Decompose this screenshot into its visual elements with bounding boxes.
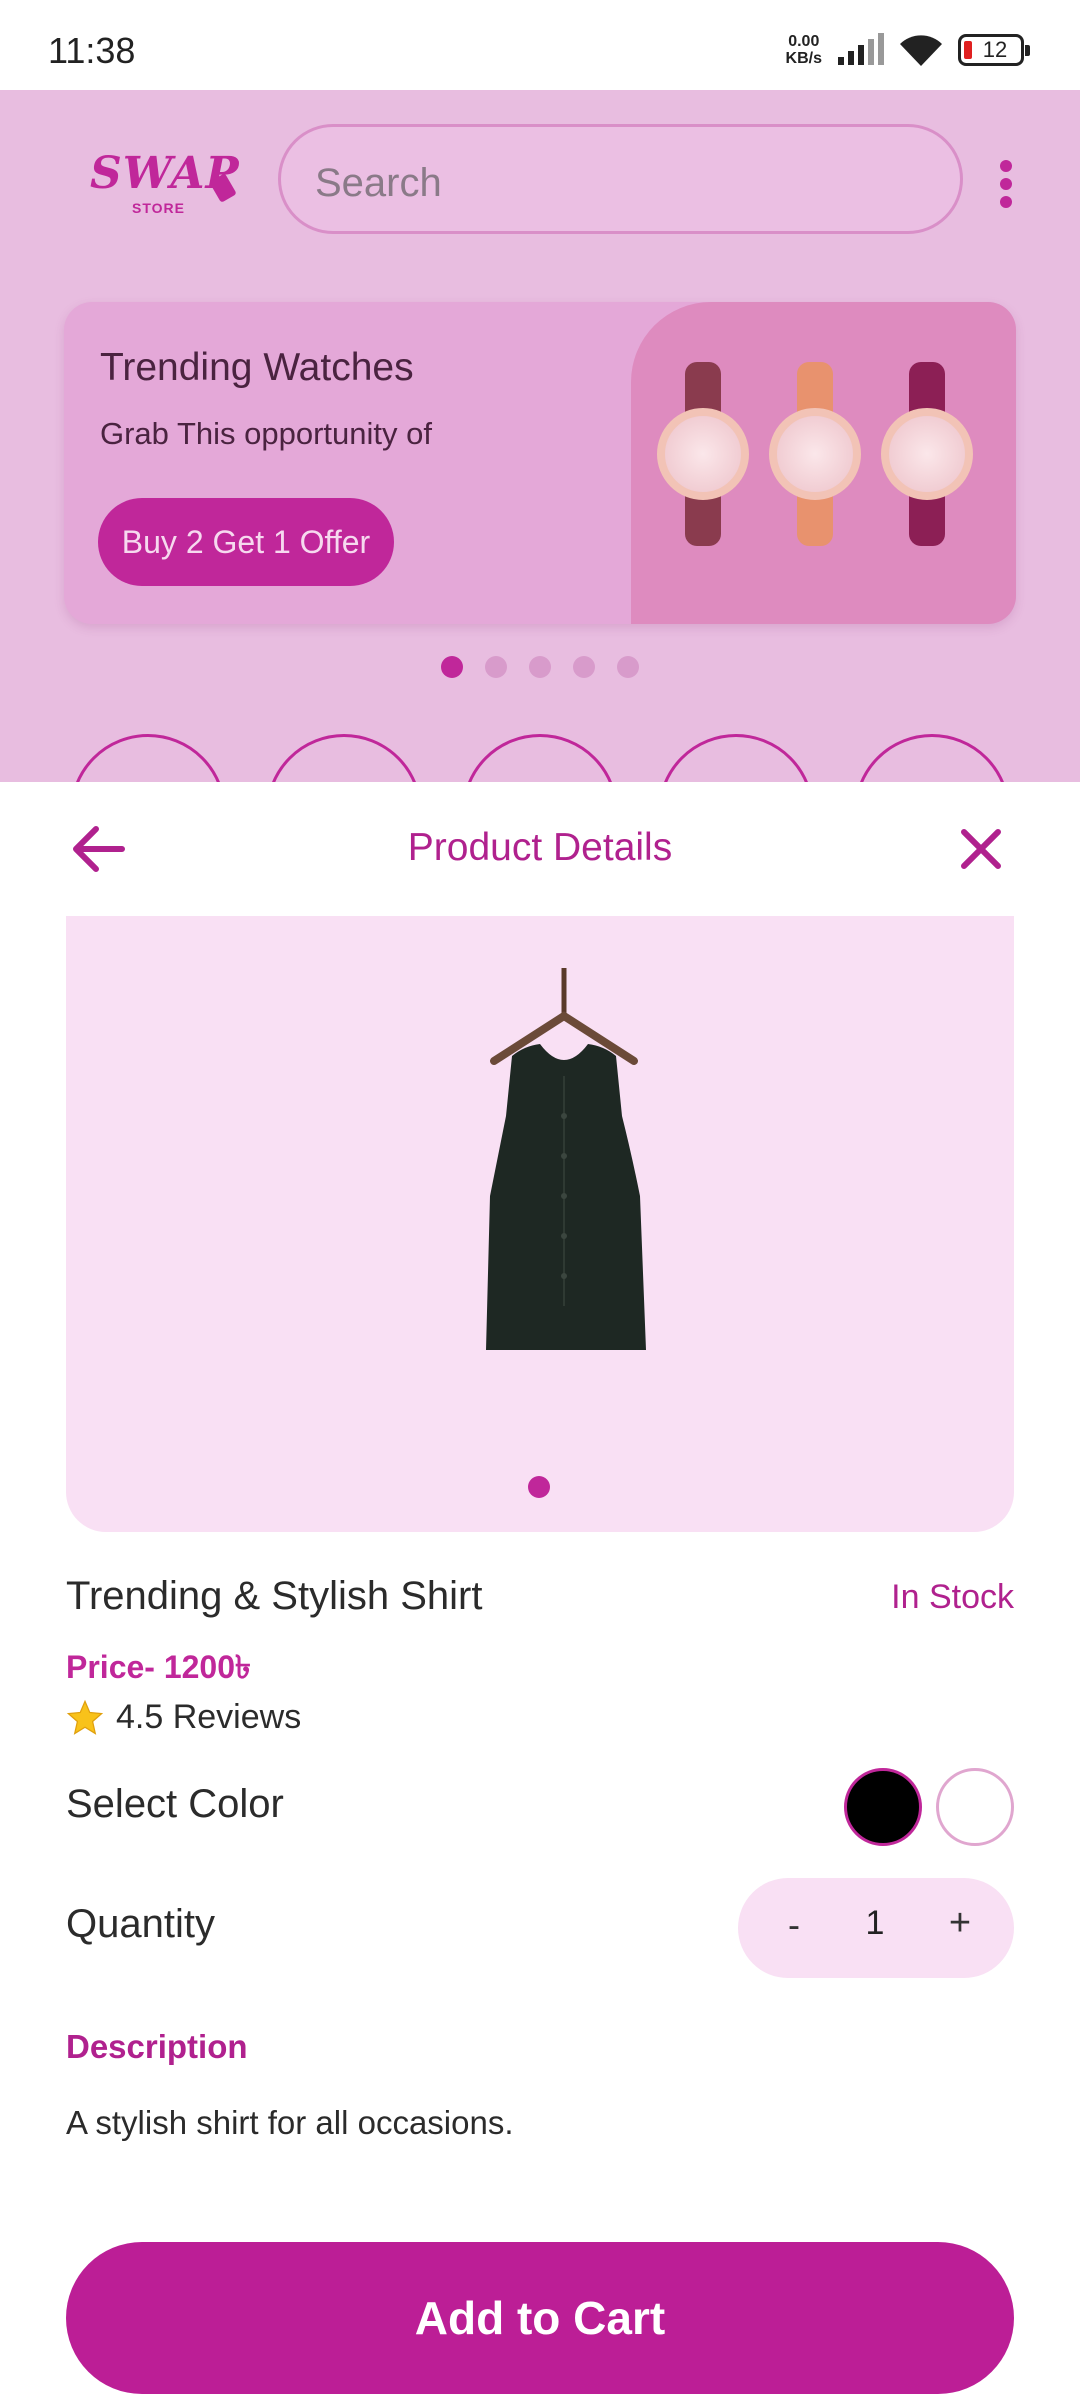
- banner-subtitle: Grab This opportunity of: [100, 416, 432, 451]
- star-icon: [66, 1699, 104, 1735]
- search-placeholder: Search: [315, 161, 442, 205]
- more-options-icon[interactable]: [996, 160, 1016, 208]
- network-speed-unit: KB/s: [785, 50, 822, 67]
- watches-image: [631, 302, 1016, 624]
- product-name: Trending & Stylish Shirt: [66, 1574, 483, 1618]
- home-background: SWAP STORE Search Trending Watches Grab …: [0, 90, 1080, 890]
- carousel-dot[interactable]: [617, 656, 639, 678]
- offer-button[interactable]: Buy 2 Get 1 Offer: [98, 498, 394, 586]
- shirt-image: [486, 968, 646, 1350]
- network-speed-value: 0.00: [788, 33, 820, 50]
- quantity-increase-button[interactable]: +: [938, 1902, 982, 1950]
- logo-subtext: STORE: [132, 200, 185, 216]
- close-icon[interactable]: [958, 826, 1004, 872]
- wifi-icon: [900, 35, 942, 66]
- quantity-label: Quantity: [66, 1902, 215, 1946]
- carousel-dot[interactable]: [441, 656, 463, 678]
- watch-image: [881, 362, 973, 546]
- search-input[interactable]: Search: [278, 124, 963, 234]
- color-swatch-white[interactable]: [936, 1768, 1014, 1846]
- product-image-carousel[interactable]: [66, 916, 1014, 1532]
- sheet-title: Product Details: [407, 826, 673, 869]
- status-bar: 11:38 0.00 KB/s 12: [0, 0, 1080, 90]
- product-details-sheet: Product Details Trending & Stylish Shirt…: [0, 782, 1080, 2400]
- status-time: 11:38: [48, 30, 136, 71]
- network-speed: 0.00 KB/s: [786, 33, 822, 67]
- watch-image: [657, 362, 749, 546]
- color-swatch-black[interactable]: [844, 1768, 922, 1846]
- banner-title: Trending Watches: [100, 346, 414, 389]
- battery-level: 12: [982, 37, 1008, 62]
- carousel-indicator: [0, 656, 1080, 678]
- quantity-stepper: - 1 +: [738, 1878, 1014, 1978]
- carousel-dot[interactable]: [573, 656, 595, 678]
- signal-icon: [838, 33, 884, 65]
- promo-banner[interactable]: Trending Watches Grab This opportunity o…: [64, 302, 1016, 624]
- status-icons: 0.00 KB/s 12: [786, 30, 1030, 70]
- watch-image: [769, 362, 861, 546]
- quantity-value: 1: [865, 1904, 885, 1942]
- product-price: Price- 1200৳: [66, 1649, 251, 1685]
- sheet-header: Product Details: [0, 782, 1080, 912]
- store-logo[interactable]: SWAP STORE: [90, 148, 240, 228]
- select-color-label: Select Color: [66, 1782, 284, 1826]
- carousel-dot[interactable]: [529, 656, 551, 678]
- product-rating: 4.5 Reviews: [66, 1698, 301, 1737]
- description-title: Description: [66, 2028, 248, 2065]
- quantity-decrease-button[interactable]: -: [774, 1904, 814, 1950]
- stock-status: In Stock: [891, 1578, 1014, 1616]
- carousel-dot[interactable]: [485, 656, 507, 678]
- add-to-cart-button[interactable]: Add to Cart: [66, 2242, 1014, 2394]
- image-indicator-dot: [528, 1476, 550, 1498]
- arrow-left-icon[interactable]: [70, 824, 126, 874]
- description-text: A stylish shirt for all occasions.: [66, 2104, 514, 2141]
- rating-text: 4.5 Reviews: [116, 1698, 302, 1736]
- battery-icon: 12: [958, 34, 1030, 66]
